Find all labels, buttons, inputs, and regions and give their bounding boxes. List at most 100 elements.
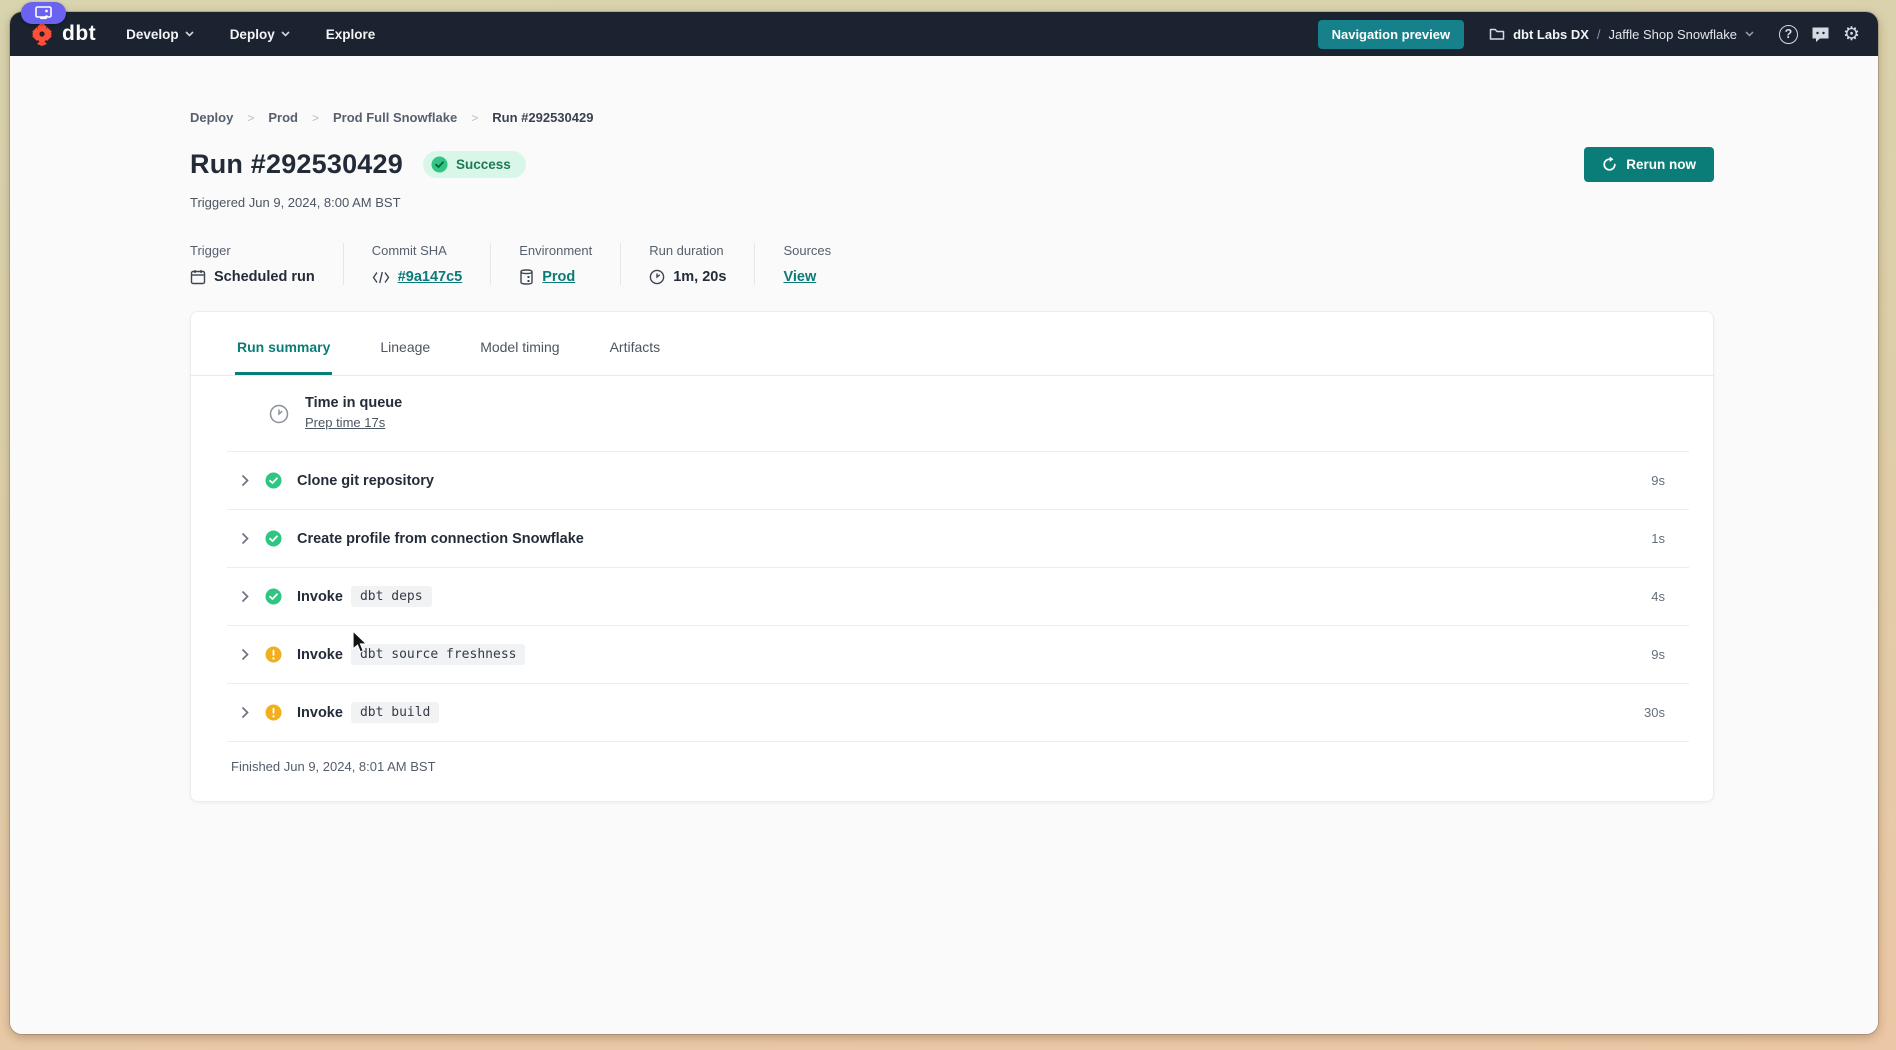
queue-title: Time in queue [305,395,402,411]
trigger-value: Scheduled run [214,269,315,285]
step-duration: 9s [1651,473,1713,488]
success-check-icon [265,588,282,605]
page-body: Deploy > Prod > Prod Full Snowflake > Ru… [10,56,1878,1034]
step-label: Invoke [297,705,343,721]
step-row-create-profile[interactable]: Create profile from connection Snowflake… [191,510,1713,567]
step-label: Invoke [297,647,343,663]
path-separator: / [1597,27,1601,42]
chevron-right-icon[interactable] [241,648,249,661]
breadcrumb: Deploy > Prod > Prod Full Snowflake > Ru… [190,110,1714,125]
breadcrumb-separator: > [312,111,319,125]
success-check-icon [265,472,282,489]
app-window: dbt Develop Deploy Explore Navigation pr… [10,12,1878,1034]
settings-button[interactable]: ⚙ [1843,25,1860,44]
project-name: Jaffle Shop Snowflake [1609,27,1737,42]
dbt-logo-icon [28,20,56,48]
code-icon [372,271,390,284]
meta-run-duration: Run duration 1m, 20s [649,243,755,285]
primary-nav: Develop Deploy Explore [126,27,375,42]
meta-trigger: Trigger Scheduled run [190,243,344,285]
finished-timestamp: Finished Jun 9, 2024, 8:01 AM BST [191,742,1713,801]
chevron-down-icon [185,31,194,37]
meta-label: Sources [783,243,831,258]
tab-run-summary[interactable]: Run summary [235,312,332,375]
tab-lineage[interactable]: Lineage [378,312,432,375]
help-button[interactable]: ? [1779,25,1798,44]
breadcrumb-deploy[interactable]: Deploy [190,110,233,125]
warning-icon [265,646,282,663]
nav-item-develop[interactable]: Develop [126,27,194,42]
time-in-queue-row: Time in queue Prep time 17s [191,376,1713,451]
step-duration: 4s [1651,589,1713,604]
run-tabs: Run summary Lineage Model timing Artifac… [191,312,1713,376]
dbt-logo[interactable]: dbt [28,20,96,48]
navbar-icon-group: ? ⚙ [1779,25,1860,44]
environment-link[interactable]: Prod [542,269,575,285]
page-title: Run #292530429 [190,149,403,180]
nav-item-label: Explore [326,27,376,42]
step-label: Invoke [297,589,343,605]
run-meta-row: Trigger Scheduled run Commit SHA [190,243,1714,285]
calendar-icon [190,269,206,285]
screen-share-extension-pill[interactable] [21,2,66,24]
chevron-down-icon [1745,31,1754,37]
nav-item-label: Deploy [230,27,275,42]
breadcrumb-run: Run #292530429 [492,110,593,125]
step-code: dbt source freshness [351,644,526,665]
step-row-dbt-build[interactable]: Invoke dbt build 30s [191,684,1713,741]
tab-artifacts[interactable]: Artifacts [608,312,663,375]
step-code: dbt deps [351,586,432,607]
meta-label: Run duration [649,243,726,258]
rerun-label: Rerun now [1626,157,1696,172]
top-navbar: dbt Develop Deploy Explore Navigation pr… [10,12,1878,56]
step-label: Clone git repository [297,473,434,489]
feedback-bubble-icon [1811,26,1830,43]
chevron-right-icon[interactable] [241,706,249,719]
breadcrumb-separator: > [471,111,478,125]
chevron-right-icon[interactable] [241,590,249,603]
account-name: dbt Labs DX [1513,27,1589,42]
nav-item-label: Develop [126,27,179,42]
prep-time-link[interactable]: Prep time 17s [305,415,385,430]
meta-environment: Environment Prod [519,243,621,285]
chevron-down-icon [281,31,290,37]
project-switcher[interactable]: dbt Labs DX / Jaffle Shop Snowflake [1489,27,1754,42]
queue-clock-icon [269,404,289,424]
success-check-icon [431,156,448,173]
meta-sources: Sources View [783,243,859,285]
step-row-dbt-source-freshness[interactable]: Invoke dbt source freshness 9s [191,626,1713,683]
triggered-timestamp: Triggered Jun 9, 2024, 8:00 AM BST [190,195,1714,210]
step-duration: 1s [1651,531,1713,546]
chevron-right-icon[interactable] [241,474,249,487]
nav-item-deploy[interactable]: Deploy [230,27,290,42]
meta-label: Commit SHA [372,243,463,258]
clock-icon [649,269,665,285]
rerun-now-button[interactable]: Rerun now [1584,147,1714,182]
meta-label: Trigger [190,243,315,258]
nav-item-explore[interactable]: Explore [326,27,376,42]
screen-share-icon [35,6,52,20]
warning-icon [265,704,282,721]
step-label: Create profile from connection Snowflake [297,531,584,547]
run-duration-value: 1m, 20s [673,269,726,285]
help-icon: ? [1779,25,1798,44]
breadcrumb-prod[interactable]: Prod [268,110,298,125]
status-label: Success [456,157,511,172]
step-row-dbt-deps[interactable]: Invoke dbt deps 4s [191,568,1713,625]
step-row-clone-git[interactable]: Clone git repository 9s [191,452,1713,509]
commit-sha-link[interactable]: #9a147c5 [398,269,463,285]
feedback-button[interactable] [1811,26,1830,43]
navigation-preview-button[interactable]: Navigation preview [1318,20,1464,49]
breadcrumb-job[interactable]: Prod Full Snowflake [333,110,457,125]
page-header: Run #292530429 Success Rerun now [190,147,1714,182]
chevron-right-icon[interactable] [241,532,249,545]
sources-view-link[interactable]: View [783,269,816,285]
run-summary-card: Run summary Lineage Model timing Artifac… [190,311,1714,802]
step-duration: 30s [1644,705,1713,720]
folder-icon [1489,27,1505,41]
meta-commit-sha: Commit SHA #9a147c5 [372,243,492,285]
tab-model-timing[interactable]: Model timing [478,312,561,375]
rerun-icon [1602,157,1617,172]
step-duration: 9s [1651,647,1713,662]
success-check-icon [265,530,282,547]
